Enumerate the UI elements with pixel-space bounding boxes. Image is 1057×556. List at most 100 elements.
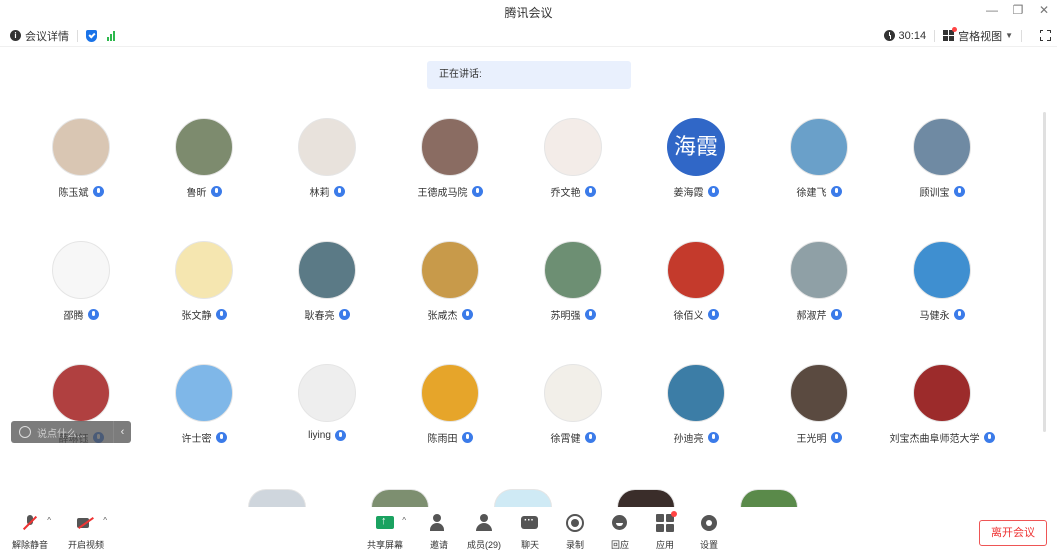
avatar <box>617 489 675 507</box>
participant-name: 王光明 <box>796 434 827 445</box>
mic-status-icon <box>215 309 227 320</box>
chat-input[interactable]: 说点什么... ‹ <box>11 421 131 443</box>
chat-placeholder: 说点什么... <box>37 428 86 440</box>
reaction-icon <box>611 514 629 532</box>
participant-name: 陈雨田 <box>427 434 458 445</box>
mic-status-icon <box>584 309 596 320</box>
participant-tile[interactable]: 乔文艳 <box>503 118 643 199</box>
signal-icon[interactable] <box>107 30 115 41</box>
participant-tile[interactable]: 孙迪亮 <box>626 364 766 445</box>
avatar <box>913 118 971 176</box>
participant-name: 孙迪亮 <box>673 434 704 445</box>
emoji-icon[interactable] <box>19 426 31 438</box>
participant-tile[interactable] <box>453 489 593 507</box>
participant-tile[interactable]: 马健永 <box>872 241 1012 322</box>
participant-tile[interactable] <box>699 489 839 507</box>
participant-tile[interactable]: 徐建飞 <box>749 118 889 199</box>
shield-icon[interactable] <box>86 29 97 42</box>
mic-status-icon <box>830 186 842 197</box>
settings-button[interactable]: 设置 <box>700 514 718 551</box>
participant-tile[interactable]: 张文静 <box>134 241 274 322</box>
mic-status-icon <box>87 309 99 320</box>
leave-meeting-button[interactable]: 离开会议 <box>979 520 1047 546</box>
participant-name: liying <box>308 430 331 441</box>
fullscreen-icon[interactable] <box>1039 29 1051 41</box>
scrollbar[interactable] <box>1043 112 1046 432</box>
share-screen-button[interactable]: ^ 共享屏幕 <box>367 514 406 551</box>
avatar <box>494 489 552 507</box>
avatar <box>544 118 602 176</box>
chevron-up-icon[interactable]: ^ <box>402 516 406 525</box>
info-icon[interactable]: i <box>10 30 21 41</box>
participant-name: 张文静 <box>181 311 212 322</box>
settings-label: 设置 <box>700 540 719 550</box>
collapse-chat-icon[interactable]: ‹ <box>113 421 131 443</box>
mic-status-icon <box>334 430 346 441</box>
participant-tile[interactable]: 耿春亮 <box>257 241 397 322</box>
avatar <box>667 241 725 299</box>
members-label: 成员(29) <box>467 540 502 550</box>
members-button[interactable]: 成员(29) <box>467 514 501 551</box>
mic-status-icon <box>707 186 719 197</box>
participant-tile[interactable] <box>330 489 470 507</box>
participant-name: 许士密 <box>181 434 212 445</box>
meeting-details-link[interactable]: 会议详情 <box>25 28 69 44</box>
participant-tile[interactable]: 顾训宝 <box>872 118 1012 199</box>
invite-label: 邀请 <box>430 540 449 550</box>
participant-tile[interactable]: 海霞 姜海霞 <box>626 118 766 199</box>
chat-icon <box>521 514 539 532</box>
participant-tile[interactable]: 苏明强 <box>503 241 643 322</box>
avatar <box>421 118 479 176</box>
participant-tile[interactable]: 徐霄健 <box>503 364 643 445</box>
avatar <box>790 118 848 176</box>
participant-name: 姜海霞 <box>673 188 704 199</box>
mic-status-icon <box>707 309 719 320</box>
mic-status-icon <box>953 309 965 320</box>
grid-view-icon[interactable] <box>943 27 958 41</box>
avatar <box>544 364 602 422</box>
participant-tile[interactable] <box>576 489 716 507</box>
participant-tile[interactable]: 林莉 <box>257 118 397 199</box>
avatar <box>298 364 356 422</box>
participant-name: 耿春亮 <box>304 311 335 322</box>
participant-tile[interactable]: 鲁昕 <box>134 118 274 199</box>
participant-tile[interactable]: liying <box>257 364 397 441</box>
mic-status-icon <box>707 432 719 443</box>
minimize-icon[interactable]: — <box>985 3 999 17</box>
participant-tile[interactable]: 张咸杰 <box>380 241 520 322</box>
participant-name: 苏明强 <box>550 311 581 322</box>
close-icon[interactable]: ✕ <box>1037 3 1051 17</box>
avatar <box>298 241 356 299</box>
record-button[interactable]: 录制 <box>566 514 584 551</box>
apps-button[interactable]: 应用 <box>656 511 677 551</box>
mic-status-icon <box>461 432 473 443</box>
participant-tile[interactable]: 邵腾 <box>11 241 151 322</box>
invite-button[interactable]: 邀请 <box>430 514 448 551</box>
participant-tile[interactable]: 刘宝杰曲阜师范大学 <box>872 364 1012 445</box>
divider <box>77 29 78 42</box>
chevron-down-icon[interactable]: ▼ <box>1005 31 1013 40</box>
participant-tile[interactable]: 许士密 <box>134 364 274 445</box>
avatar <box>175 241 233 299</box>
chevron-up-icon[interactable]: ^ <box>103 516 107 525</box>
participant-tile[interactable]: 郝淑芹 <box>749 241 889 322</box>
participant-tile[interactable]: 徐佰义 <box>626 241 766 322</box>
unmute-button[interactable]: ^ 解除静音 <box>12 514 51 551</box>
bottom-toolbar: ^ 解除静音 ^ 开启视频 ^ 共享屏幕 邀请 成员(29) 聊天 录制 回应 … <box>0 508 1057 556</box>
start-video-button[interactable]: ^ 开启视频 <box>68 514 107 551</box>
participant-name: 王德成马院 <box>417 188 468 199</box>
participant-tile[interactable] <box>207 489 347 507</box>
chevron-up-icon[interactable]: ^ <box>47 516 51 525</box>
participant-tile[interactable]: 王光明 <box>749 364 889 445</box>
speaking-indicator: 正在讲话: <box>427 61 631 89</box>
participant-tile[interactable]: 陈雨田 <box>380 364 520 445</box>
mic-status-icon <box>215 432 227 443</box>
view-mode-dropdown[interactable]: 宫格视图 <box>958 28 1002 44</box>
restore-icon[interactable]: ❐ <box>1011 3 1025 17</box>
elapsed-time: 30:14 <box>898 29 927 42</box>
react-button[interactable]: 回应 <box>611 514 629 551</box>
chat-button[interactable]: 聊天 <box>521 514 539 551</box>
participant-tile[interactable]: 王德成马院 <box>380 118 520 199</box>
participant-tile[interactable]: 陈玉斌 <box>11 118 151 199</box>
avatar <box>913 241 971 299</box>
